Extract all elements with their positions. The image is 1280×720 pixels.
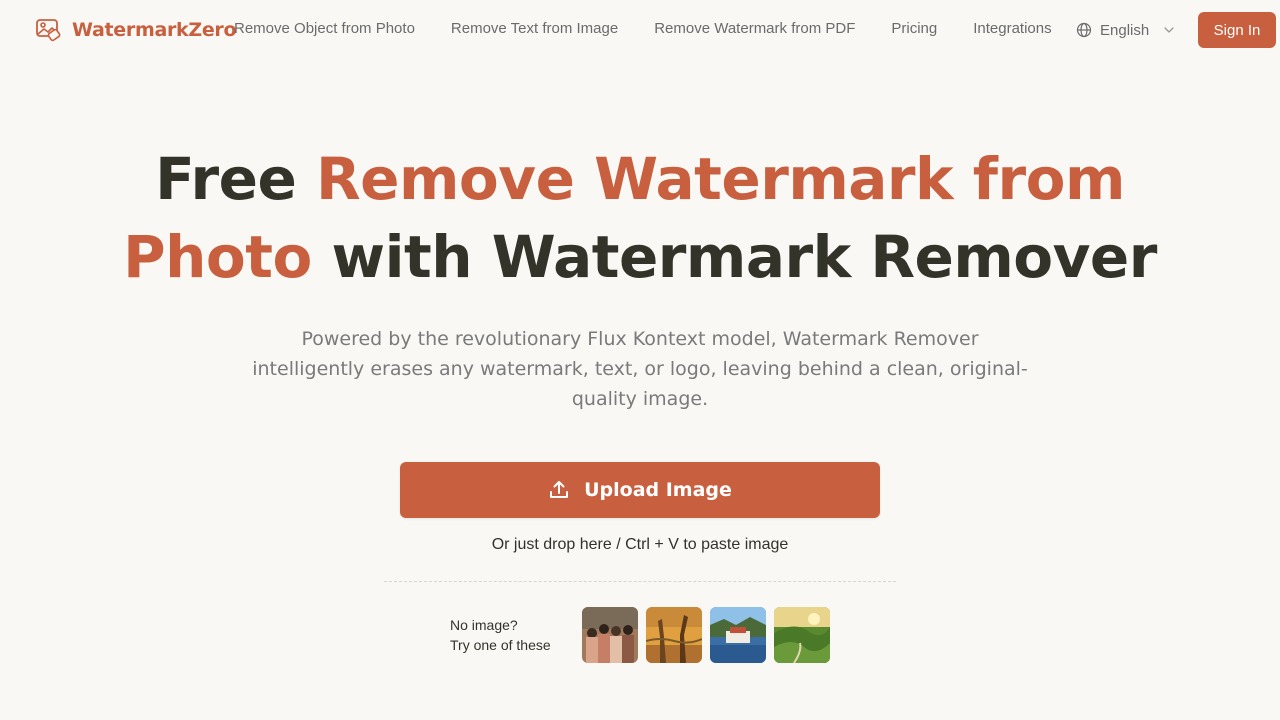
sample-label-line2: Try one of these bbox=[450, 637, 551, 653]
image-eraser-icon bbox=[36, 19, 61, 42]
sample-thumbnails bbox=[582, 607, 830, 663]
top-navbar: WatermarkZero Remove Object from Photo R… bbox=[0, 0, 1280, 60]
hero-title: Free Remove Watermark from Photo with Wa… bbox=[0, 140, 1280, 296]
language-value: English bbox=[1100, 21, 1150, 39]
brand-name: WatermarkZero bbox=[72, 19, 237, 41]
sample-images-label: No image? Try one of these bbox=[450, 615, 551, 655]
nav-link-pricing[interactable]: Pricing bbox=[891, 20, 937, 37]
upload-icon bbox=[550, 481, 569, 498]
language-selector[interactable]: English bbox=[1068, 12, 1180, 48]
nav-link-remove-text[interactable]: Remove Text from Image bbox=[451, 20, 618, 37]
sample-coastal-town[interactable] bbox=[710, 607, 766, 663]
nav-link-integrations[interactable]: Integrations bbox=[973, 20, 1051, 37]
globe-icon bbox=[1076, 22, 1092, 38]
sample-label-line1: No image? bbox=[450, 617, 518, 633]
hero-title-accent2: Photo bbox=[123, 223, 312, 291]
chevron-down-icon bbox=[1164, 27, 1174, 33]
upload-image-label: Upload Image bbox=[584, 479, 732, 501]
upload-image-button[interactable]: Upload Image bbox=[400, 462, 880, 518]
hero-title-accent1: Remove Watermark from bbox=[315, 145, 1125, 213]
nav-link-remove-watermark-pdf[interactable]: Remove Watermark from PDF bbox=[654, 20, 855, 37]
hero-subtitle: Powered by the revolutionary Flux Kontex… bbox=[252, 328, 1028, 410]
hero-title-part2: with Watermark Remover bbox=[311, 223, 1158, 291]
nav-links: Remove Object from Photo Remove Text fro… bbox=[234, 20, 1052, 37]
hero-title-part1: Free bbox=[155, 145, 316, 213]
drop-paste-hint: Or just drop here / Ctrl + V to paste im… bbox=[491, 536, 789, 553]
sample-group-photo[interactable] bbox=[582, 607, 638, 663]
sample-green-valley[interactable] bbox=[774, 607, 830, 663]
sign-in-button[interactable]: Sign In bbox=[1198, 12, 1276, 48]
brand-logo-link[interactable]: WatermarkZero bbox=[34, 16, 237, 44]
dashed-divider bbox=[384, 581, 896, 582]
sample-giraffes[interactable] bbox=[646, 607, 702, 663]
nav-link-remove-object[interactable]: Remove Object from Photo bbox=[234, 20, 415, 37]
